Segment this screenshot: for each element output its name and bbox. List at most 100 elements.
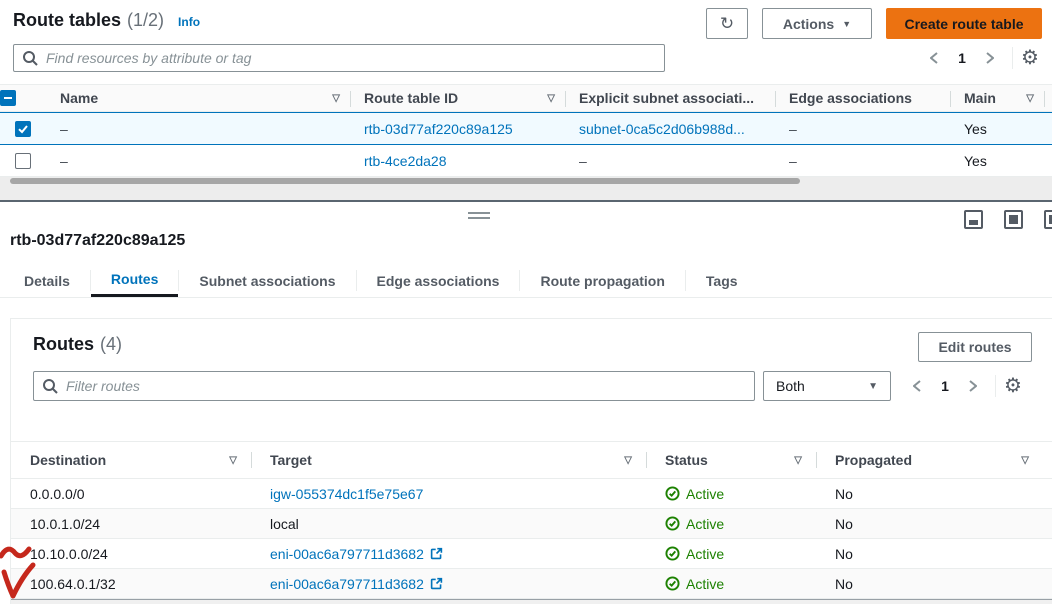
resource-search [13, 44, 665, 72]
sort-icon[interactable]: ▽ [1021, 455, 1029, 466]
cell-name: – [46, 121, 350, 137]
route-row[interactable]: 10.10.0.0/24 eni-00ac6a797711d3682 Activ… [11, 539, 1052, 569]
column-header-propagated[interactable]: Propagated ▽ [816, 452, 1052, 468]
target-link[interactable]: eni-00ac6a797711d3682 [270, 576, 424, 592]
column-separator [350, 91, 351, 107]
status-active-icon [665, 486, 680, 501]
route-row[interactable]: 100.64.0.1/32 eni-00ac6a797711d3682 Acti… [11, 569, 1052, 599]
divider [1012, 47, 1013, 69]
route-row[interactable]: 10.0.1.0/24 local Active No [11, 509, 1052, 539]
create-route-table-button[interactable]: Create route table [886, 8, 1042, 39]
status-active-icon [665, 546, 680, 561]
column-header-edge-associations[interactable]: Edge associations [775, 90, 950, 106]
routes-count: (4) [100, 334, 122, 355]
cell-main: Yes [950, 121, 1044, 137]
table-pagination: 1 ⚙ [920, 46, 1039, 70]
sort-icon[interactable]: ▽ [547, 93, 555, 104]
edit-routes-button[interactable]: Edit routes [918, 332, 1032, 362]
chevron-right-icon [986, 52, 994, 64]
horizontal-scrollbar-thumb[interactable] [10, 178, 800, 184]
column-header-name[interactable]: Name ▽ [46, 90, 350, 106]
chevron-right-icon [969, 380, 977, 392]
route-row[interactable]: 0.0.0.0/0 igw-055374dc1f5e75e67 Active N… [11, 479, 1052, 509]
external-link-icon[interactable] [430, 577, 443, 590]
cell-propagated: No [816, 576, 1052, 592]
tab-edge-associations[interactable]: Edge associations [357, 264, 520, 297]
current-page[interactable]: 1 [931, 378, 959, 394]
cell-main: Yes [950, 153, 1044, 169]
panel-bottom-layout-icon[interactable] [964, 210, 983, 229]
cell-edge: – [775, 121, 950, 137]
status-active-icon [665, 516, 680, 531]
chevron-left-icon [913, 380, 921, 392]
panel-side-layout-icon[interactable] [1044, 210, 1052, 229]
tab-details[interactable]: Details [4, 264, 90, 297]
header-checkbox-cell [0, 90, 46, 106]
routes-header-row: Destination ▽ Target ▽ Status ▽ Propagat… [11, 441, 1052, 479]
cell-status: Active [646, 546, 816, 562]
route-tables-header-row: Name ▽ Route table ID ▽ Explicit subnet … [0, 84, 1052, 112]
select-all-checkbox[interactable] [0, 90, 16, 106]
prev-page-button[interactable] [903, 374, 931, 398]
panel-layout-controls [964, 210, 1052, 229]
split-panel-drag-handle[interactable] [468, 212, 490, 220]
route-table-id-link[interactable]: rtb-4ce2da28 [364, 153, 447, 169]
prev-page-button[interactable] [920, 46, 948, 70]
subnet-association-link[interactable]: subnet-0ca5c2d06b988d... [579, 121, 745, 137]
column-separator [775, 91, 776, 107]
tab-route-propagation[interactable]: Route propagation [520, 264, 684, 297]
route-table-id-link[interactable]: rtb-03d77af220c89a125 [364, 121, 513, 137]
table-row[interactable]: – rtb-03d77af220c89a125 subnet-0ca5c2d06… [0, 112, 1052, 145]
row-checkbox[interactable] [15, 121, 31, 137]
cell-edge: – [775, 153, 950, 169]
routes-card: Routes (4) Edit routes Both ▼ 1 [10, 318, 1052, 604]
table-row[interactable]: – rtb-4ce2da28 – – Yes [0, 145, 1052, 177]
current-page[interactable]: 1 [948, 50, 976, 66]
sort-icon[interactable]: ▽ [332, 93, 340, 104]
tabs-underline [0, 297, 1052, 298]
routes-filter-input[interactable] [33, 371, 755, 401]
refresh-button[interactable]: ↻ [706, 8, 748, 39]
sort-icon[interactable]: ▽ [229, 455, 237, 466]
sort-icon[interactable]: ▽ [794, 455, 802, 466]
cell-propagated: No [816, 546, 1052, 562]
caret-down-icon: ▼ [868, 381, 878, 392]
tab-subnet-associations[interactable]: Subnet associations [179, 264, 355, 297]
next-page-button[interactable] [976, 46, 1004, 70]
sort-icon[interactable]: ▽ [1026, 93, 1034, 104]
check-icon [16, 122, 30, 136]
column-header-explicit-subnet[interactable]: Explicit subnet associati... [565, 90, 775, 106]
route-type-select[interactable]: Both ▼ [763, 371, 891, 401]
target-link[interactable]: igw-055374dc1f5e75e67 [270, 486, 423, 502]
next-page-button[interactable] [959, 374, 987, 398]
external-link-icon[interactable] [430, 547, 443, 560]
cell-destination: 0.0.0.0/0 [11, 486, 251, 502]
tab-tags[interactable]: Tags [686, 264, 758, 297]
horizontal-scrollbar-track [0, 177, 1052, 200]
sort-icon[interactable]: ▽ [624, 455, 632, 466]
column-header-status[interactable]: Status ▽ [646, 452, 816, 468]
page-count: (1/2) [127, 10, 164, 31]
column-header-main[interactable]: Main ▽ [950, 90, 1044, 106]
resource-search-input[interactable] [13, 44, 665, 72]
target-link[interactable]: eni-00ac6a797711d3682 [270, 546, 424, 562]
column-separator [565, 91, 566, 107]
settings-gear-icon[interactable]: ⚙ [1004, 376, 1022, 396]
cell-destination: 10.10.0.0/24 [11, 546, 251, 562]
column-header-destination[interactable]: Destination ▽ [11, 452, 251, 468]
column-header-route-table-id[interactable]: Route table ID ▽ [350, 90, 565, 106]
tab-routes[interactable]: Routes [91, 264, 178, 297]
actions-button[interactable]: Actions ▼ [762, 8, 872, 39]
cell-name: – [46, 153, 350, 169]
split-panel-border [0, 200, 1052, 202]
panel-fullscreen-layout-icon[interactable] [1004, 210, 1023, 229]
info-link[interactable]: Info [178, 15, 200, 29]
settings-gear-icon[interactable]: ⚙ [1021, 48, 1039, 68]
route-type-select-value: Both [776, 378, 805, 394]
cell-subnet: – [565, 153, 775, 169]
cell-propagated: No [816, 486, 1052, 502]
column-separator [816, 452, 817, 468]
row-checkbox[interactable] [15, 153, 31, 169]
column-header-target[interactable]: Target ▽ [251, 452, 646, 468]
routes-section-header: Routes (4) [33, 334, 122, 355]
